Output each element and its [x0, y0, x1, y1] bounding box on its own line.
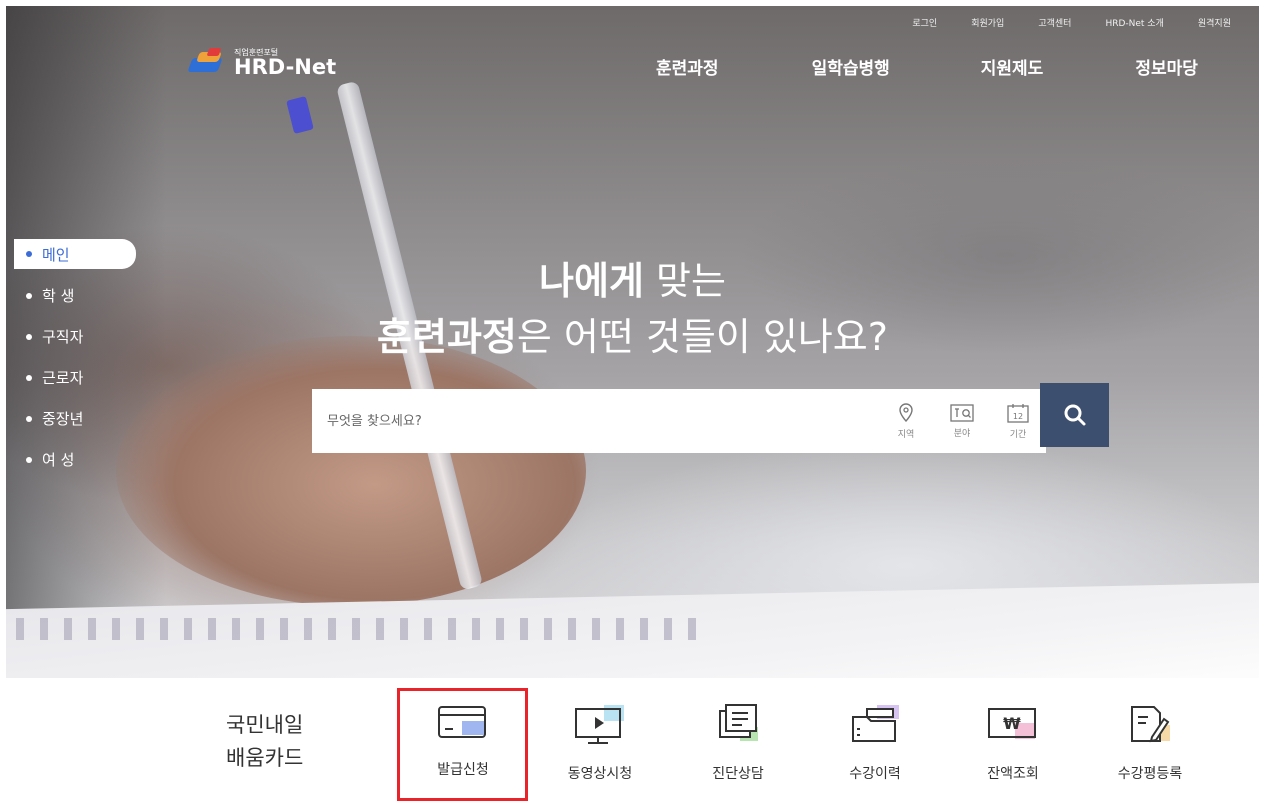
nav-support-programs[interactable]: 지원제도	[981, 54, 1044, 79]
headline-text: 맞는	[643, 259, 726, 303]
login-link[interactable]: 로그인	[912, 16, 937, 29]
search-input[interactable]	[312, 413, 878, 429]
filter-region[interactable]: 지역	[878, 402, 934, 440]
logo-name: HRD-Net	[234, 54, 337, 79]
remote-support-link[interactable]: 원격지원	[1198, 16, 1231, 29]
service-label: 동영상시청	[567, 766, 633, 782]
filter-label: 지역	[897, 429, 915, 440]
service-course-history[interactable]: 수강이력	[820, 703, 930, 783]
headline-emphasis: 나에게	[539, 259, 644, 303]
filter-label: 분야	[953, 428, 971, 439]
monitor-video-icon	[575, 705, 624, 744]
headline-emphasis: 훈련과정	[377, 315, 517, 359]
search-button[interactable]	[1040, 383, 1109, 447]
service-label: 수강이력	[849, 766, 901, 782]
filter-period[interactable]: 12 기간	[990, 403, 1046, 440]
service-label: 수강평등록	[1117, 766, 1183, 782]
headline-line-1: 나에게 맞는	[6, 250, 1259, 305]
nav-work-study[interactable]: 일학습병행	[812, 54, 890, 79]
side-item-worker[interactable]: 근로자	[14, 357, 136, 398]
headline-text: 은 어떤 것들이 있나요?	[516, 315, 888, 359]
bullet-icon	[26, 456, 32, 463]
svg-text:₩: ₩	[1003, 714, 1021, 733]
hero-notebook-spiral	[16, 618, 696, 640]
bullet-icon	[26, 415, 32, 422]
nav-training-courses[interactable]: 훈련과정	[656, 54, 719, 79]
category-icon	[950, 403, 974, 422]
bullet-icon	[26, 374, 32, 381]
customer-center-link[interactable]: 고객센터	[1038, 16, 1071, 29]
service-consultation[interactable]: 진단상담	[683, 703, 793, 783]
calendar-icon: 12	[1007, 403, 1029, 423]
side-item-label: 중장년	[42, 410, 84, 428]
card-services-section: 국민내일 배움카드 발급신청 동영상시청 진단상담 수강이력 ₩ 잔액조회 수강…	[0, 678, 1265, 804]
location-pin-icon	[899, 402, 913, 422]
section-title-line-2: 배움카드	[226, 746, 304, 770]
headline-line-2: 훈련과정은 어떤 것들이 있나요?	[6, 306, 1259, 361]
side-item-label: 근로자	[42, 369, 84, 387]
document-consult-icon	[719, 704, 758, 741]
won-balance-icon: ₩	[988, 708, 1036, 739]
side-item-women[interactable]: 여 성	[14, 439, 136, 480]
logo-icon	[187, 48, 226, 78]
section-title-line-1: 국민내일	[226, 713, 304, 737]
service-balance-check[interactable]: ₩ 잔액조회	[958, 703, 1068, 783]
service-watch-video[interactable]: 동영상시청	[545, 703, 655, 783]
service-label: 잔액조회	[987, 766, 1039, 782]
filter-field[interactable]: 분야	[934, 403, 990, 439]
hero-hand-image	[116, 336, 586, 606]
folder-icon	[852, 705, 899, 742]
side-item-middle-aged[interactable]: 중장년	[14, 398, 136, 439]
signup-link[interactable]: 회원가입	[971, 16, 1004, 29]
main-nav: 훈련과정 일학습병행 지원제도 정보마당	[656, 54, 1198, 79]
search-icon	[1064, 404, 1085, 426]
hero-pen-cap	[286, 96, 314, 134]
search-bar: 지역 분야 12 기간	[312, 389, 1046, 453]
filter-label: 기간	[1009, 429, 1027, 440]
hero-banner: 로그인 회원가입 고객센터 HRD-Net 소개 원격지원 직업훈련포털 HRD…	[6, 6, 1259, 678]
write-review-icon	[1131, 706, 1170, 743]
site-logo[interactable]: 직업훈련포털 HRD-Net	[187, 48, 337, 79]
svg-text:12: 12	[1013, 412, 1023, 421]
nav-info-plaza[interactable]: 정보마당	[1135, 54, 1198, 79]
service-course-review[interactable]: 수강평등록	[1095, 703, 1205, 783]
section-title: 국민내일 배움카드	[226, 709, 303, 775]
side-item-label: 여 성	[42, 451, 75, 469]
service-label: 진단상담	[712, 766, 764, 782]
top-utility-links: 로그인 회원가입 고객센터 HRD-Net 소개 원격지원	[912, 16, 1231, 29]
highlight-box	[397, 688, 528, 801]
about-link[interactable]: HRD-Net 소개	[1105, 16, 1163, 29]
